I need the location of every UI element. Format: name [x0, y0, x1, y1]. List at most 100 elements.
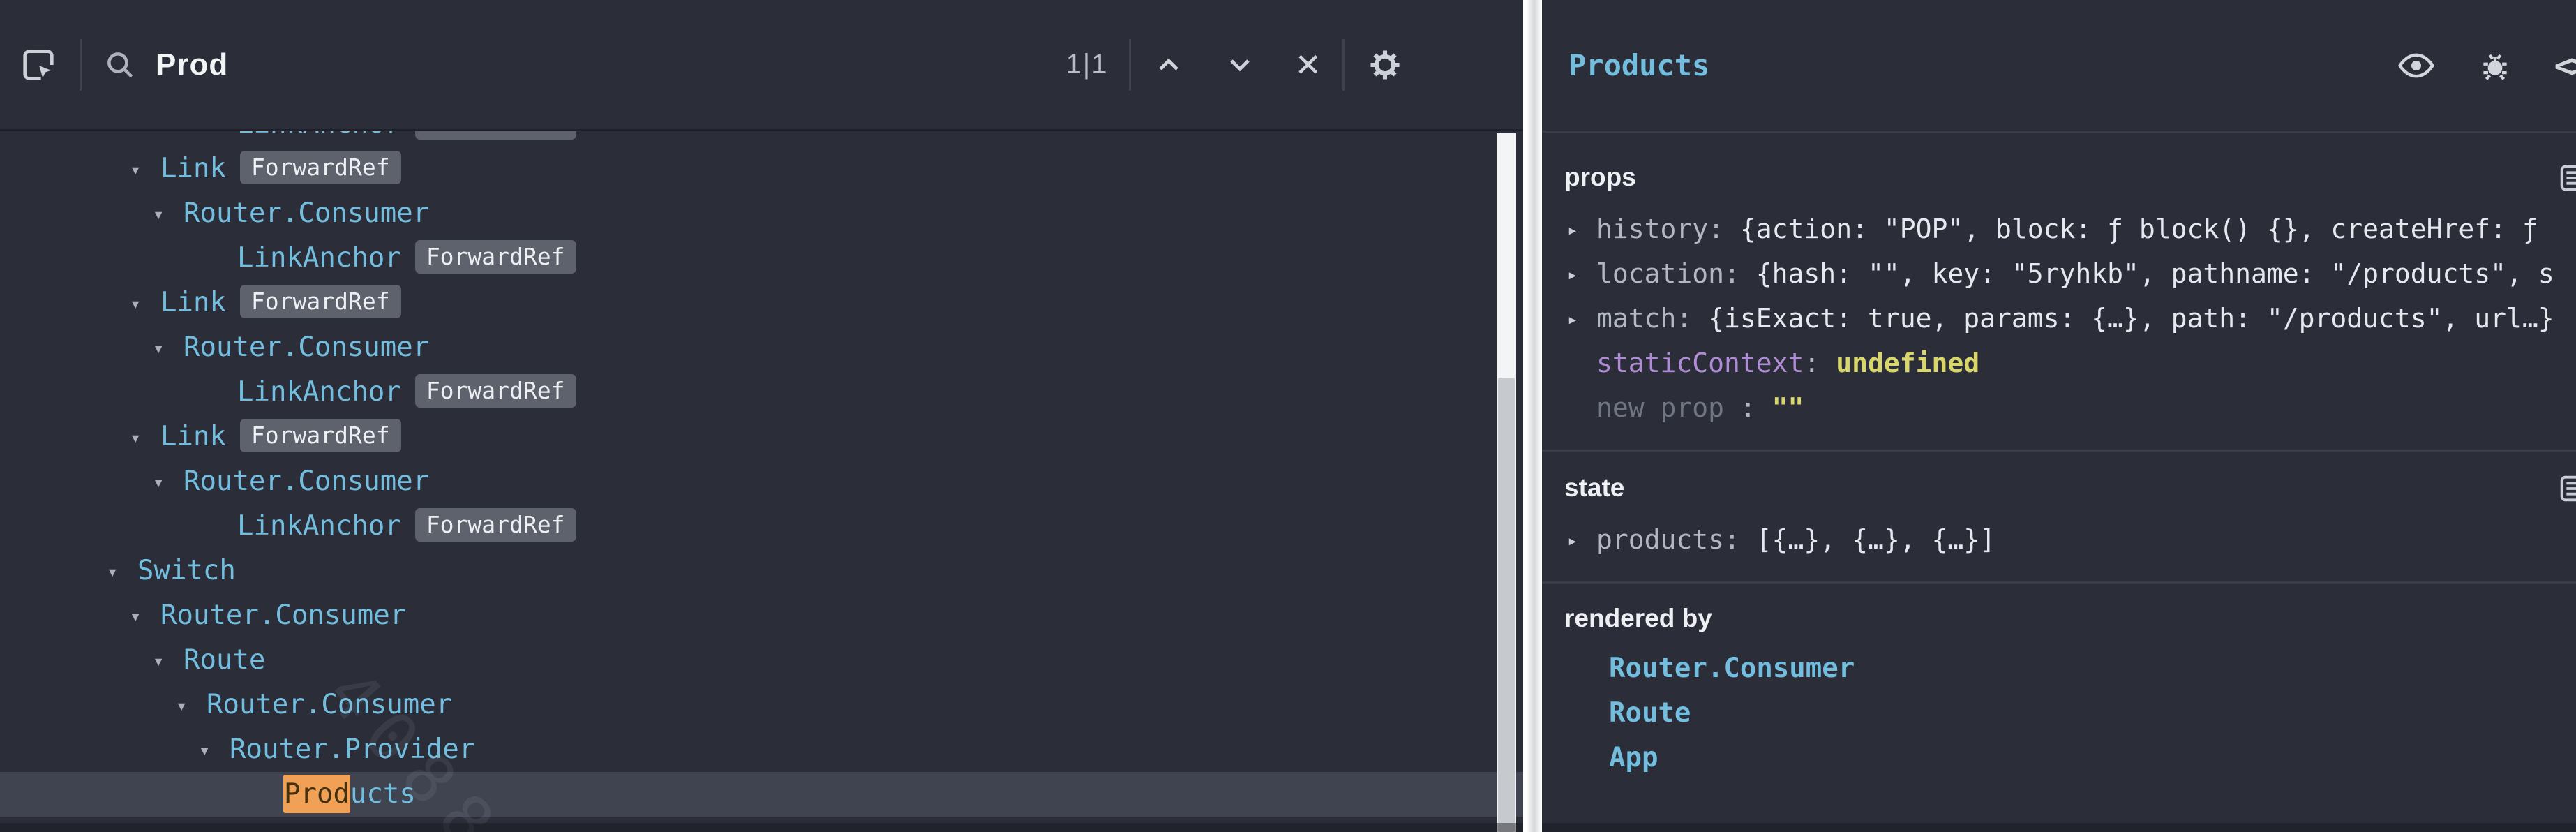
- props-section-header: props: [1542, 158, 2576, 197]
- expander-arrow-icon[interactable]: ▾: [130, 595, 160, 639]
- history-row[interactable]: ▸history: {action: "POP", block: ƒ block…: [1542, 207, 2576, 251]
- expander-arrow-icon[interactable]: ▾: [107, 550, 137, 595]
- prop-key: location: [1596, 258, 1724, 289]
- rendered-by-section-header: rendered by: [1542, 599, 2576, 638]
- props-label: props: [1564, 163, 1636, 191]
- tree-row-linkanchor[interactable]: LinkAnchorForwardRef: [0, 504, 1523, 549]
- new-prop-row[interactable]: new prop : "": [1542, 385, 2576, 430]
- tree-row-linkanchor[interactable]: LinkAnchorForwardRef: [0, 236, 1523, 281]
- expand-arrow-icon[interactable]: ▸: [1567, 297, 1596, 342]
- inspect-element-icon: [18, 45, 59, 85]
- tree-row-router-provider[interactable]: ▾Router.Provider: [0, 727, 1523, 772]
- prop-value: {action: "POP", block: ƒ block() {}, cre…: [1740, 214, 2538, 244]
- inspect-element-button[interactable]: [18, 45, 59, 85]
- key-separator: :: [1724, 392, 1772, 423]
- tree-toolbar: Prod 1|1 ✕: [0, 0, 1523, 131]
- match-row[interactable]: ▸match: {isExact: true, params: {…}, pat…: [1542, 296, 2576, 341]
- prop-key: staticContext: [1596, 348, 1804, 378]
- tree-row-router-consumer[interactable]: ▾Router.Consumer: [0, 593, 1523, 638]
- props-rows: ▸history: {action: "POP", block: ƒ block…: [1542, 207, 2576, 430]
- products-row[interactable]: ▸products: [{…}, {…}, {…}]: [1542, 517, 2576, 562]
- expander-arrow-icon[interactable]: ▾: [130, 416, 160, 461]
- tree-scrollbar-thumb[interactable]: [1498, 378, 1515, 832]
- expander-arrow-icon[interactable]: ▾: [130, 148, 160, 193]
- settings-button[interactable]: [1365, 45, 1405, 84]
- expander-arrow-icon[interactable]: ▾: [153, 639, 184, 684]
- inspect-dom-button[interactable]: [2397, 46, 2436, 85]
- prop-key[interactable]: new prop: [1596, 392, 1724, 423]
- tree-row-router-consumer[interactable]: ▾Router.Consumer: [0, 325, 1523, 370]
- location-row[interactable]: ▸location: {hash: "", key: "5ryhkb", pat…: [1542, 251, 2576, 296]
- tree-row-router-consumer[interactable]: ▾Router.Consumer: [0, 191, 1523, 236]
- component-name: LinkAnchor: [237, 131, 401, 140]
- component-name: Link: [160, 153, 226, 184]
- expander-arrow-icon[interactable]: ▾: [176, 684, 207, 729]
- component-name: Router.Consumer: [184, 198, 429, 229]
- toolbar-divider: [1129, 39, 1131, 91]
- tree-bottom-edge: [0, 823, 1523, 832]
- details-bottom-edge: [1542, 823, 2576, 832]
- state-label: state: [1564, 473, 1624, 502]
- expander-arrow-icon[interactable]: ▾: [153, 327, 184, 371]
- component-name: LinkAnchor: [237, 510, 401, 542]
- rendered-by-list: Router.ConsumerRouteApp: [1542, 646, 2576, 780]
- rendered-by-label: rendered by: [1564, 604, 1712, 632]
- tree-row-router-consumer[interactable]: ▾Router.Consumer: [0, 459, 1523, 504]
- clear-search-button[interactable]: ✕: [1294, 46, 1321, 84]
- copy-state-icon[interactable]: [2556, 473, 2576, 516]
- expand-arrow-icon[interactable]: ▸: [1567, 519, 1596, 563]
- previous-result-button[interactable]: [1152, 48, 1185, 82]
- tree-row-link[interactable]: ▾LinkForwardRef: [0, 147, 1523, 191]
- staticContext-row: staticContext: undefined: [1542, 341, 2576, 385]
- copy-props-icon[interactable]: [2556, 162, 2576, 205]
- search-icon: [103, 47, 137, 82]
- section-divider: [1542, 450, 2576, 452]
- key-separator: :: [1724, 524, 1756, 555]
- state-rows: ▸products: [{…}, {…}, {…}]: [1542, 517, 2576, 562]
- search-input[interactable]: Prod: [156, 47, 228, 82]
- view-source-icon[interactable]: <>: [2554, 47, 2576, 84]
- bug-icon: [2476, 47, 2514, 84]
- tree-row-link[interactable]: ▾LinkForwardRef: [0, 281, 1523, 325]
- tree-row-switch[interactable]: ▾Switch: [0, 549, 1523, 593]
- component-name: Router.Consumer: [160, 600, 406, 631]
- component-name: Link: [160, 421, 226, 452]
- prop-key: history: [1596, 214, 1708, 244]
- tree-row-link[interactable]: ▾LinkForwardRef: [0, 415, 1523, 459]
- component-name: ucts: [350, 778, 416, 810]
- tree-row-linkanchor[interactable]: LinkAnchorForwardRef: [0, 370, 1523, 415]
- toolbar-divider: [1342, 39, 1345, 91]
- expander-arrow-icon[interactable]: ▾: [130, 282, 160, 327]
- component-name: Route: [184, 644, 265, 676]
- key-separator: :: [1724, 258, 1756, 289]
- rendered-by-item-app[interactable]: App: [1542, 736, 2576, 780]
- tree-row-products[interactable]: Products: [0, 772, 1523, 817]
- tree-scrollbar[interactable]: [1497, 133, 1516, 832]
- prop-key: products: [1596, 524, 1724, 555]
- chevron-down-icon: [1223, 48, 1257, 82]
- tree-row-linkanchor[interactable]: LinkAnchorForwardRef: [0, 131, 1523, 147]
- gear-icon: [1365, 45, 1405, 84]
- rendered-by-item-route[interactable]: Route: [1542, 691, 2576, 736]
- expander-arrow-icon[interactable]: ▾: [153, 461, 184, 505]
- prop-value[interactable]: "": [1772, 392, 1804, 423]
- prop-value: undefined: [1836, 348, 1979, 378]
- component-name: Switch: [137, 555, 236, 586]
- components-tree-panel: Prod 1|1 ✕: [0, 0, 1523, 832]
- component-name: Router.Consumer: [184, 466, 429, 497]
- expander-arrow-icon[interactable]: ▾: [153, 193, 184, 237]
- rendered-by-item-router-consumer[interactable]: Router.Consumer: [1542, 646, 2576, 691]
- debug-log-button[interactable]: [2476, 47, 2514, 84]
- key-separator: :: [1676, 303, 1708, 334]
- forwardref-badge: ForwardRef: [240, 285, 401, 318]
- prop-value: [{…}, {…}, {…}]: [1756, 524, 1995, 555]
- expand-arrow-icon[interactable]: ▸: [1567, 208, 1596, 253]
- section-divider: [1542, 581, 2576, 584]
- component-details-panel: Products <> props: [1542, 0, 2576, 832]
- panel-splitter[interactable]: [1523, 0, 1542, 832]
- tree-row-router-consumer[interactable]: ▾Router.Consumer: [0, 683, 1523, 727]
- expand-arrow-icon[interactable]: ▸: [1567, 253, 1596, 297]
- tree-row-route[interactable]: ▾Route: [0, 638, 1523, 683]
- expander-arrow-icon[interactable]: ▾: [199, 729, 230, 773]
- next-result-button[interactable]: [1223, 48, 1257, 82]
